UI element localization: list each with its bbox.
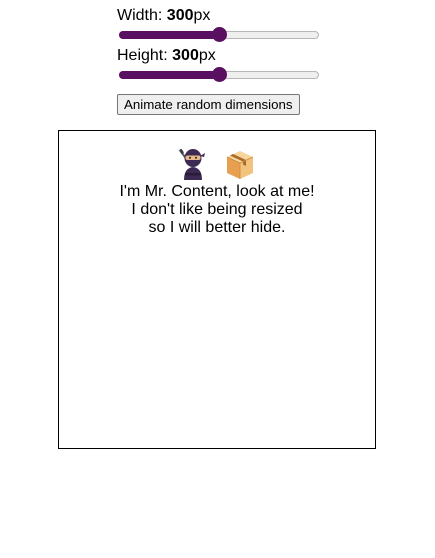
height-slider-fill — [119, 71, 219, 79]
emoji-row — [59, 147, 375, 181]
ninja-icon — [178, 147, 208, 186]
width-label: Width: 300px — [117, 7, 211, 24]
height-slider[interactable] — [119, 66, 319, 86]
content-line: so I will better hide. — [148, 219, 286, 236]
content-line: I'm Mr. Content, look at me! — [119, 183, 315, 200]
width-slider-fill — [119, 31, 219, 39]
dimension-controls: Width: 300px Height: 300px — [117, 6, 327, 86]
package-icon — [224, 147, 256, 186]
width-slider-thumb[interactable] — [212, 27, 227, 42]
animate-random-dimensions-button[interactable]: Animate random dimensions — [117, 94, 300, 115]
height-slider-thumb[interactable] — [212, 67, 227, 82]
height-value: 300 — [172, 47, 199, 64]
resizable-container: I'm Mr. Content, look at me! I don't lik… — [58, 130, 376, 449]
width-slider[interactable] — [119, 26, 319, 46]
width-value: 300 — [166, 7, 194, 24]
content-line: I don't like being resized — [131, 201, 303, 218]
height-label: Height: 300px — [117, 47, 216, 64]
content-text: I'm Mr. Content, look at me! I don't lik… — [59, 183, 375, 237]
